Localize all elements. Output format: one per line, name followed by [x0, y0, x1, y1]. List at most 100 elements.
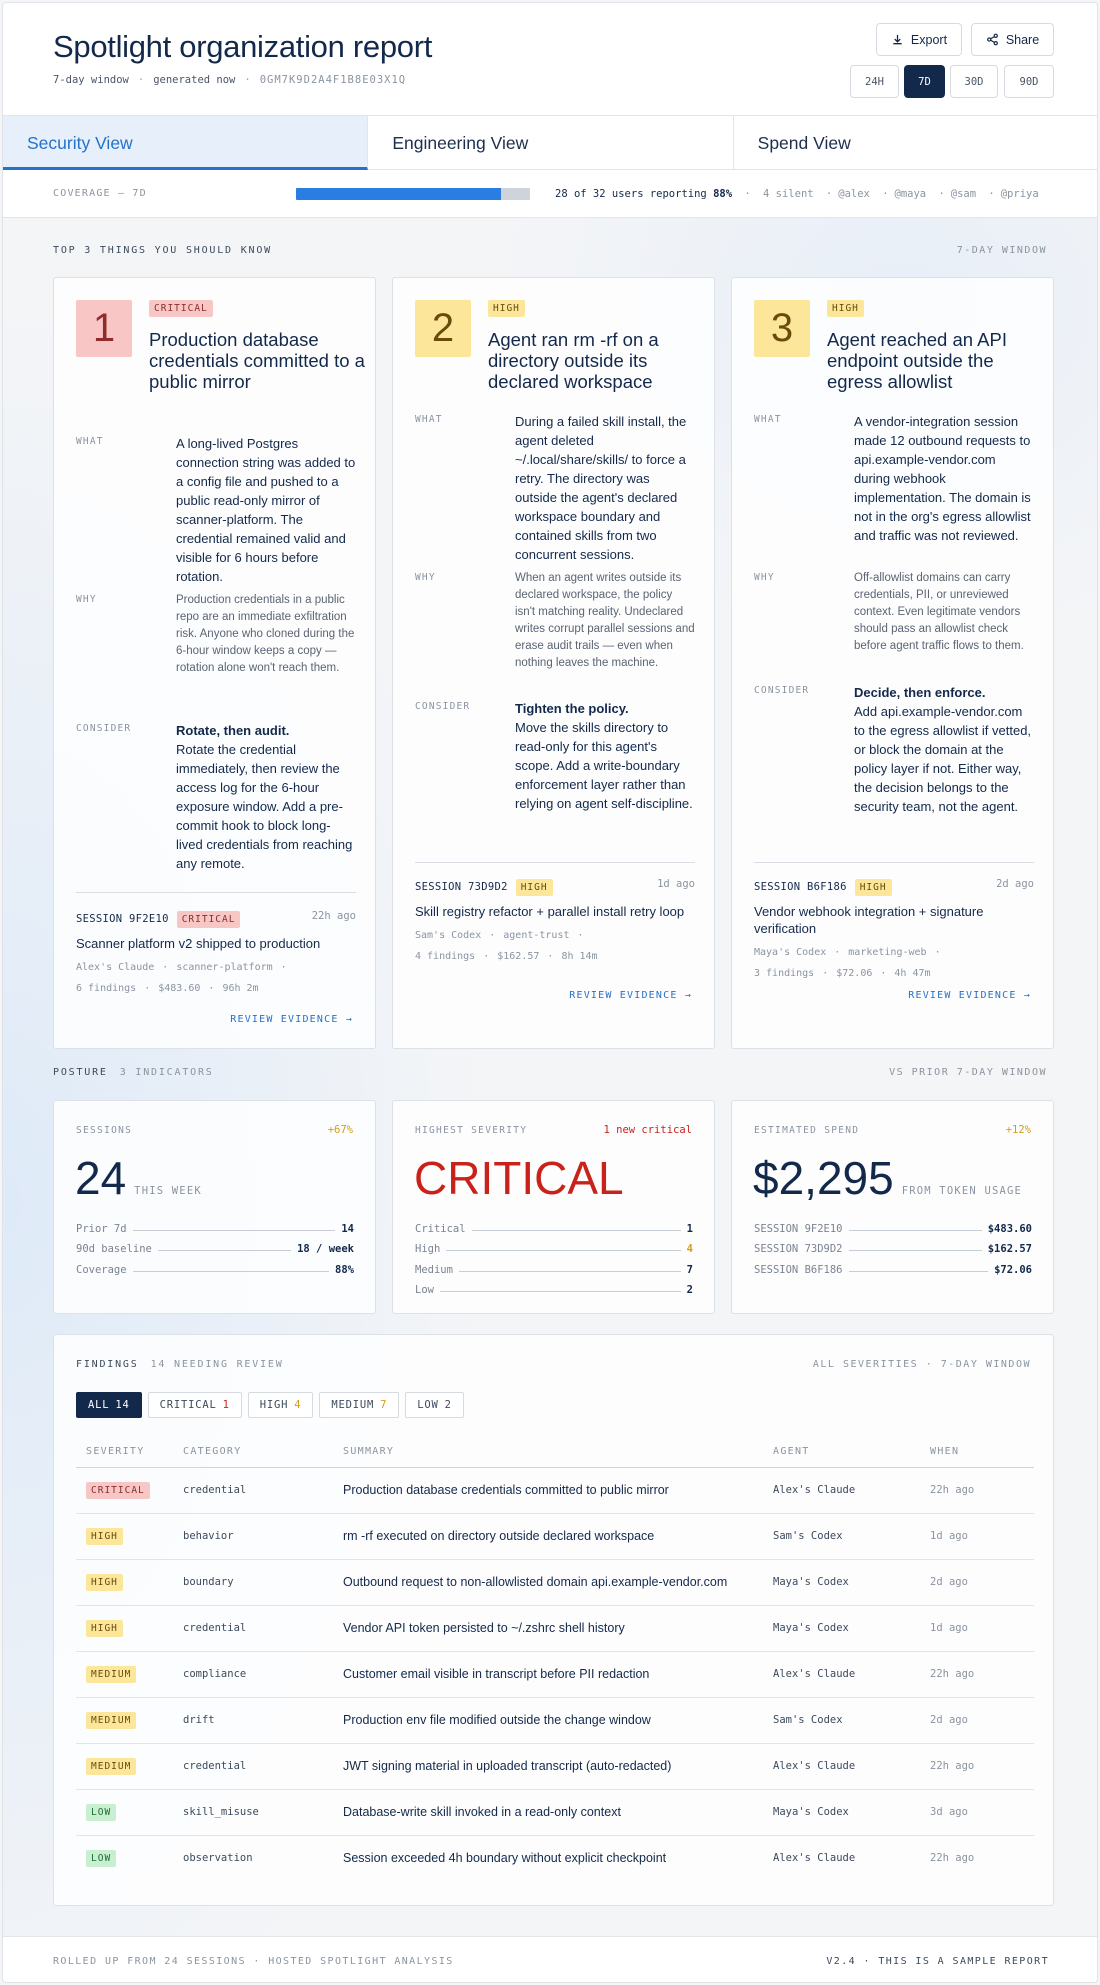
range-90d-button[interactable]: 90D — [1004, 65, 1054, 98]
filter-high[interactable]: HIGH 4 — [247, 1392, 314, 1418]
session-when: 22h ago — [311, 910, 356, 922]
indicator-delta: +12% — [1005, 1124, 1031, 1136]
table-row[interactable]: MEDIUM compliance Customer email visible i… — [76, 1651, 1034, 1698]
review-evidence-link[interactable]: REVIEW EVIDENCE → — [230, 1014, 353, 1025]
breakdown-row: Coverage 88% — [76, 1263, 354, 1276]
indicator-delta: 1 new critical — [603, 1124, 692, 1136]
table-row[interactable]: HIGH boundary Outbound request to non-allo… — [76, 1559, 1034, 1606]
what-label: WHAT — [754, 414, 782, 425]
severity-badge: MEDIUM — [86, 1711, 137, 1729]
session-id[interactable]: SESSION 73D9D2 — [415, 881, 508, 893]
what-label: WHAT — [76, 436, 104, 447]
severity-badge: HIGH — [488, 300, 525, 317]
coverage-bar-fill — [296, 188, 501, 200]
tab-spend-view[interactable]: Spend View — [734, 116, 1097, 170]
finding-category: skill_misuse — [173, 1789, 333, 1836]
indicator-value: 24 THIS WEEK — [75, 1152, 202, 1204]
indicator-value: $2,295 FROM TOKEN USAGE — [753, 1152, 1023, 1204]
table-row[interactable]: LOW observation Session exceeded 4h bounda… — [76, 1835, 1034, 1881]
finding-when: 3d ago — [920, 1789, 1034, 1836]
finding-agent: Maya's Codex — [763, 1605, 920, 1652]
insight-title: Agent reached an API endpoint outside th… — [827, 329, 1007, 392]
report-header: Spotlight organization report 7-day wind… — [3, 3, 1097, 115]
column-header[interactable]: WHEN — [920, 1437, 1034, 1468]
session-when: 1d ago — [657, 878, 695, 890]
finding-summary: Vendor API token persisted to ~/.zshrc s… — [333, 1605, 763, 1652]
coverage-percent: 88% — [713, 188, 733, 200]
session-title: Vendor webhook integration + signature v… — [754, 904, 984, 936]
consider-text: Decide, then enforce. Add api.example-ven… — [854, 685, 1032, 814]
tab-security-view[interactable]: Security View — [3, 116, 369, 170]
what-text: A vendor-integration session made 12 out… — [854, 414, 1031, 543]
range-24h-button[interactable]: 24H — [850, 65, 899, 98]
finding-agent: Maya's Codex — [763, 1559, 920, 1606]
session-id[interactable]: SESSION 9F2E10 — [76, 913, 169, 925]
silent-user[interactable]: @maya — [895, 188, 927, 200]
severity-badge: LOW — [86, 1849, 117, 1867]
silent-user[interactable]: @sam — [951, 188, 976, 200]
review-evidence-link[interactable]: REVIEW EVIDENCE → — [908, 990, 1031, 1001]
share-button[interactable]: Share — [971, 23, 1054, 56]
coverage-label: COVERAGE — 7D — [53, 188, 147, 199]
generated-label: generated now — [153, 74, 236, 86]
finding-agent: Maya's Codex — [763, 1789, 920, 1836]
export-button[interactable]: Export — [876, 23, 962, 56]
insight-card-3: 3 HIGH Agent reached an API endpoint out… — [731, 277, 1054, 1049]
divider — [754, 862, 1034, 863]
filter-medium[interactable]: MEDIUM 7 — [319, 1392, 400, 1418]
coverage-bar — [296, 188, 530, 200]
severity-badge: HIGH — [86, 1619, 123, 1637]
filter-all[interactable]: ALL 14 — [76, 1392, 142, 1418]
table-row[interactable]: HIGH credential Vendor API token persisted… — [76, 1605, 1034, 1652]
session-summary: SESSION B6F186 HIGH 2d ago Vendor webhook… — [754, 877, 1034, 984]
breakdown-row: Prior 7d 14 — [76, 1222, 354, 1235]
column-header[interactable]: AGENT — [763, 1437, 920, 1468]
session-title: Scanner platform v2 shipped to productio… — [76, 936, 321, 951]
session-id[interactable]: SESSION B6F186 — [754, 881, 847, 893]
severity-badge: MEDIUM — [86, 1757, 137, 1775]
indicator-breakdown: Prior 7d 14 90d baseline 18 / week Coverag… — [76, 1214, 354, 1276]
severity-badge: HIGH — [86, 1527, 123, 1545]
column-header[interactable]: SEVERITY — [76, 1437, 173, 1468]
severity-badge: HIGH — [827, 300, 864, 317]
tab-engineering-view[interactable]: Engineering View — [368, 116, 734, 170]
indicator-label: SESSIONS — [76, 1125, 133, 1136]
finding-category: credential — [173, 1467, 333, 1514]
rank-number: 3 — [754, 300, 810, 357]
insight-card-2: 2 HIGH Agent ran rm -rf on a directory o… — [392, 277, 715, 1049]
share-icon — [986, 33, 998, 46]
what-text: During a failed skill install, the agent… — [515, 414, 687, 562]
silent-user[interactable]: @alex — [838, 188, 870, 200]
finding-category: observation — [183, 1852, 253, 1865]
filter-critical[interactable]: CRITICAL 1 — [147, 1392, 242, 1418]
breakdown-row: Critical 1 — [415, 1222, 693, 1235]
why-text: Off-allowlist domains can carry credenti… — [854, 572, 1024, 652]
column-header[interactable]: SUMMARY — [333, 1437, 763, 1468]
finding-category: boundary — [173, 1559, 333, 1606]
consider-label: CONSIDER — [76, 723, 132, 734]
finding-summary: Outbound request to non-allowlisted doma… — [333, 1559, 763, 1606]
indicator-label: ESTIMATED SPEND — [754, 1125, 860, 1136]
filter-low[interactable]: LOW 2 — [405, 1392, 464, 1418]
range-7d-button[interactable]: 7D — [904, 65, 945, 98]
footer-left: ROLLED UP FROM 24 SESSIONS · HOSTED SPOT… — [53, 1956, 454, 1967]
finding-when: 2d ago — [920, 1697, 1034, 1744]
finding-when: 22h ago — [920, 1467, 1034, 1514]
table-row[interactable]: CRITICAL credential Production database cr… — [76, 1467, 1034, 1514]
table-row[interactable]: MEDIUM drift Production env file modified … — [76, 1697, 1034, 1744]
column-header[interactable]: CATEGORY — [173, 1437, 333, 1468]
consider-text: Tighten the policy. Move the skills direc… — [515, 701, 693, 811]
why-text: When an agent writes outside its declare… — [515, 572, 695, 669]
rank-number: 1 — [76, 300, 132, 357]
coverage-reporting-suffix: users reporting — [611, 188, 707, 200]
table-row[interactable]: LOW skill_misuse Database-write skill invo… — [76, 1789, 1034, 1836]
finding-category: drift — [173, 1697, 333, 1744]
table-row[interactable]: HIGH behavior rm -rf executed on directory… — [76, 1513, 1034, 1560]
table-row[interactable]: MEDIUM credential JWT signing material in … — [76, 1743, 1034, 1790]
why-label: WHY — [415, 572, 436, 583]
severity-indicator: HIGHEST SEVERITY 1 new critical CRITICAL… — [392, 1100, 715, 1314]
review-evidence-link[interactable]: REVIEW EVIDENCE → — [569, 990, 692, 1001]
silent-user[interactable]: @priya — [1001, 188, 1039, 200]
footer-right: V2.4 · THIS IS A SAMPLE REPORT — [826, 1956, 1049, 1967]
range-30d-button[interactable]: 30D — [950, 65, 998, 98]
